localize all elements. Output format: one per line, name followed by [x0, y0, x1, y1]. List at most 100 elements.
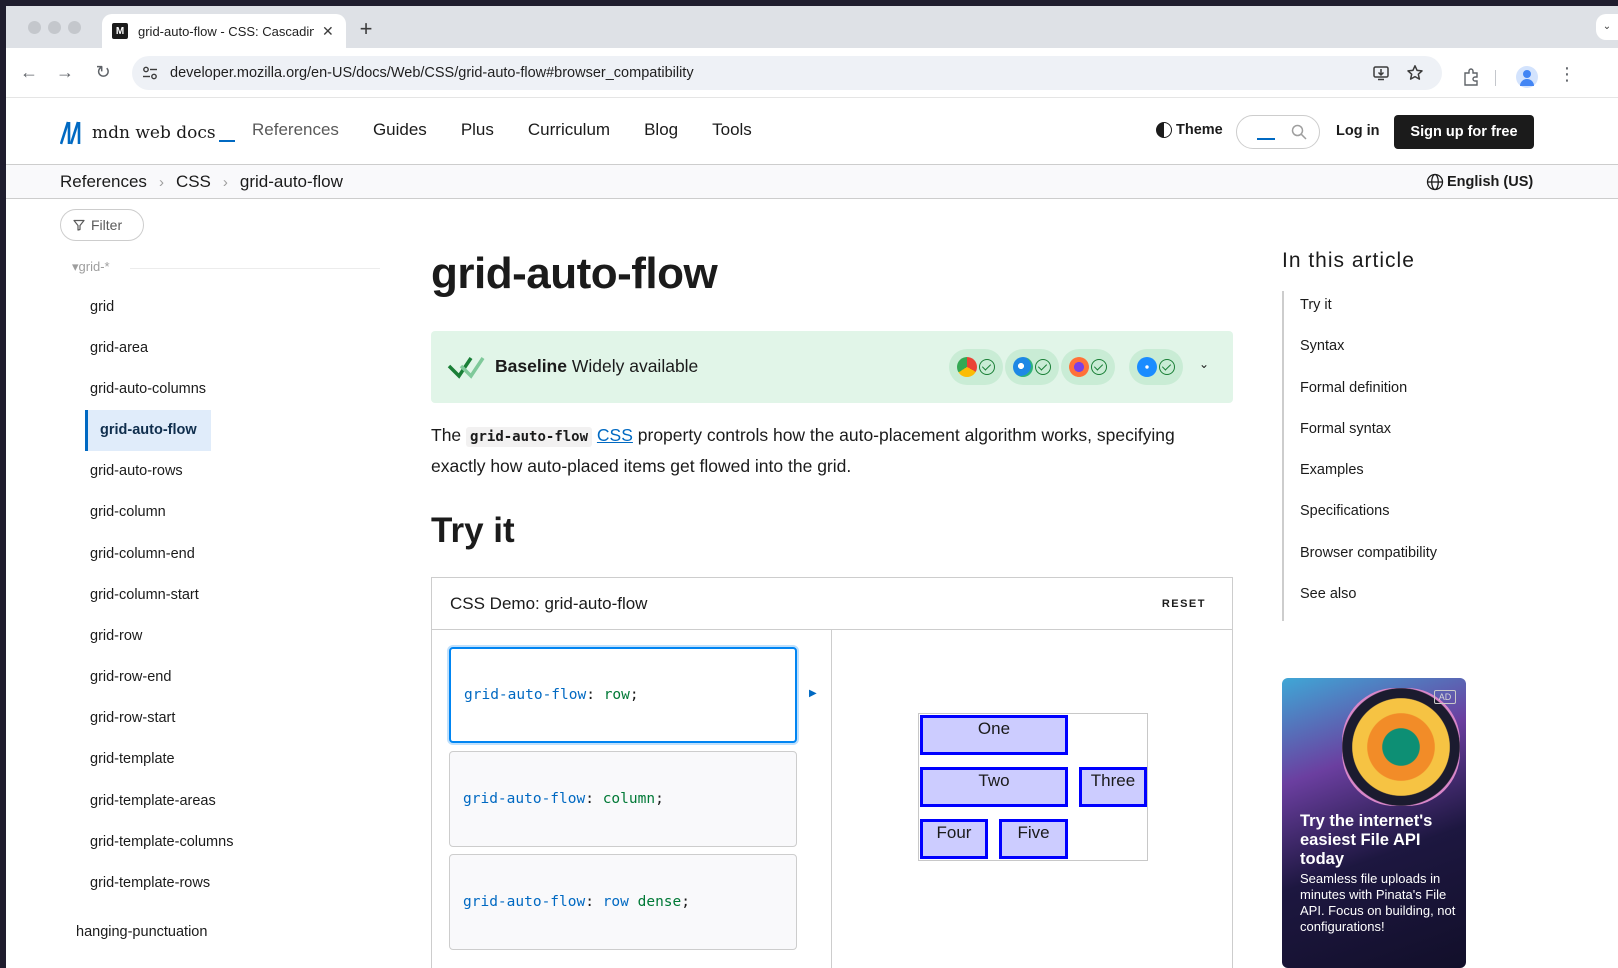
tab-search-chevron-icon[interactable]: ⌄	[1596, 14, 1618, 40]
code-property: grid-auto-flow	[463, 894, 586, 910]
browser-support-edge	[1005, 349, 1059, 385]
grid-item-four: Four	[920, 819, 988, 859]
sidebar-item-grid-auto-rows[interactable]: grid-auto-rows	[60, 451, 233, 492]
breadcrumb-css[interactable]: CSS	[176, 172, 211, 192]
sidebar-group-divider	[130, 268, 380, 269]
toc-item-formal-syntax[interactable]: Formal syntax	[1300, 421, 1437, 462]
sidebar-item-grid-row-start[interactable]: grid-row-start	[60, 698, 233, 739]
mdn-logo-icon	[60, 121, 81, 145]
demo-code-options: grid-auto-flow: row; ▶ grid-auto-flow: c…	[432, 630, 832, 968]
toc-item-see-also[interactable]: See also	[1300, 586, 1437, 627]
safari-icon	[1137, 357, 1157, 377]
toc-title: In this article	[1282, 249, 1415, 272]
nav-guides[interactable]: Guides	[373, 120, 427, 140]
breadcrumb-references[interactable]: References	[60, 172, 147, 192]
sidebar-item-grid-row[interactable]: grid-row	[60, 615, 233, 656]
logo-text: mdn web docs	[92, 123, 216, 143]
sidebar-item-grid[interactable]: grid	[60, 286, 233, 327]
chrome-icon	[957, 357, 977, 377]
sidebar-item-grid-auto-flow[interactable]: grid-auto-flow	[85, 409, 211, 451]
sidebar-ad[interactable]: AD Try the internet's easiest File API t…	[1282, 678, 1466, 968]
css-link[interactable]: CSS	[597, 425, 633, 445]
breadcrumb-separator-icon: ›	[158, 173, 164, 191]
code-option-column[interactable]: grid-auto-flow: column;	[449, 751, 797, 847]
ad-flower-graphic	[1342, 688, 1460, 806]
filter-label: Filter	[91, 217, 123, 233]
code-option-row[interactable]: grid-auto-flow: row;	[449, 647, 797, 743]
toc-item-browser-compatibility[interactable]: Browser compatibility	[1300, 545, 1437, 586]
language-label: English (US)	[1447, 174, 1534, 190]
browser-menu-icon[interactable]: ⋮	[1558, 64, 1576, 85]
code-value: row	[602, 894, 629, 910]
sidebar-item-grid-column[interactable]: grid-column	[60, 492, 233, 533]
code-property: grid-auto-flow	[464, 687, 587, 703]
code-semicolon: ;	[655, 791, 664, 807]
sidebar-item-grid-template-columns[interactable]: grid-template-columns	[60, 821, 233, 862]
login-link[interactable]: Log in	[1336, 123, 1380, 139]
nav-blog[interactable]: Blog	[644, 120, 678, 140]
sidebar-item-grid-template-rows[interactable]: grid-template-rows	[60, 862, 233, 903]
sidebar-item-hanging-punctuation[interactable]: hanging-punctuation	[76, 924, 207, 940]
address-bar[interactable]: developer.mozilla.org/en-US/docs/Web/CSS…	[132, 56, 1442, 90]
nav-curriculum[interactable]: Curriculum	[528, 120, 610, 140]
breadcrumb: References › CSS › grid-auto-flow	[60, 172, 343, 192]
grid-item-five: Five	[999, 819, 1068, 859]
supported-check-icon	[979, 359, 995, 375]
forward-icon[interactable]: →	[54, 62, 76, 83]
sidebar-item-grid-column-start[interactable]: grid-column-start	[60, 574, 233, 615]
nav-tools[interactable]: Tools	[712, 120, 752, 140]
toc-item-examples[interactable]: Examples	[1300, 462, 1437, 503]
supported-check-icon	[1035, 359, 1051, 375]
nav-references[interactable]: References	[252, 120, 339, 140]
code-semicolon: ;	[681, 894, 691, 910]
sidebar-list: grid grid-area grid-auto-columns grid-au…	[60, 286, 233, 904]
site-settings-icon[interactable]	[142, 65, 158, 81]
extensions-puzzle-icon[interactable]	[1462, 68, 1480, 86]
code-option-row-dense[interactable]: grid-auto-flow: row dense;	[449, 854, 797, 950]
sidebar-item-grid-template-areas[interactable]: grid-template-areas	[60, 780, 233, 821]
baseline-expand-chevron-icon[interactable]: ⌄	[1199, 357, 1209, 371]
tab-close-icon[interactable]: ✕	[322, 23, 334, 40]
sidebar-item-grid-row-end[interactable]: grid-row-end	[60, 657, 233, 698]
profile-avatar-icon[interactable]	[1516, 66, 1538, 88]
breadcrumb-bar: References › CSS › grid-auto-flow Englis…	[6, 165, 1618, 199]
install-app-icon[interactable]	[1372, 64, 1390, 82]
toolbar-divider	[1495, 70, 1496, 86]
breadcrumb-grid-auto-flow[interactable]: grid-auto-flow	[240, 172, 343, 192]
baseline-banner[interactable]: Baseline Widely available ⌄	[431, 331, 1233, 403]
demo-title: CSS Demo: grid-auto-flow	[450, 594, 648, 613]
toc-item-specifications[interactable]: Specifications	[1300, 503, 1437, 544]
mdn-favicon-icon: M	[112, 23, 128, 39]
browser-tab-active[interactable]: M grid-auto-flow - CSS: Cascading Style …	[102, 14, 346, 48]
signup-button[interactable]: Sign up for free	[1394, 115, 1534, 149]
language-switcher[interactable]: English (US)	[1426, 173, 1533, 191]
reload-icon[interactable]: ↻	[92, 62, 114, 83]
reset-button[interactable]: RESET	[1162, 598, 1206, 610]
window-minimize-dot[interactable]	[48, 21, 61, 34]
grid-container: One Two Three Four Five	[918, 713, 1148, 861]
theme-button[interactable]: Theme	[1156, 122, 1223, 138]
toc-item-formal-definition[interactable]: Formal definition	[1300, 380, 1437, 421]
window-zoom-dot[interactable]	[68, 21, 81, 34]
mdn-page: mdn web docs References Guides Plus Curr…	[6, 98, 1618, 968]
new-tab-button[interactable]: +	[354, 16, 378, 42]
sidebar-filter-button[interactable]: Filter	[60, 209, 144, 241]
toc-item-try-it[interactable]: Try it	[1300, 297, 1437, 338]
sidebar-item-grid-auto-columns[interactable]: grid-auto-columns	[60, 368, 233, 409]
try-it-heading: Try it	[431, 511, 515, 550]
globe-icon	[1426, 173, 1444, 191]
nav-plus[interactable]: Plus	[461, 120, 494, 140]
sidebar-group-grid[interactable]: ▾grid-*	[72, 259, 110, 275]
browser-toolbar: ← → ↻ developer.mozilla.org/en-US/docs/W…	[6, 48, 1618, 98]
mdn-logo[interactable]: mdn web docs	[60, 120, 235, 146]
search-input[interactable]	[1236, 115, 1320, 149]
back-icon[interactable]: ←	[18, 62, 40, 83]
window-close-dot[interactable]	[28, 21, 41, 34]
theme-label: Theme	[1176, 122, 1223, 138]
sidebar-item-grid-template[interactable]: grid-template	[60, 739, 233, 780]
logo-underscore	[218, 140, 235, 142]
sidebar-item-grid-column-end[interactable]: grid-column-end	[60, 533, 233, 574]
bookmark-star-icon[interactable]	[1406, 64, 1424, 82]
sidebar-item-grid-area[interactable]: grid-area	[60, 327, 233, 368]
toc-item-syntax[interactable]: Syntax	[1300, 338, 1437, 379]
